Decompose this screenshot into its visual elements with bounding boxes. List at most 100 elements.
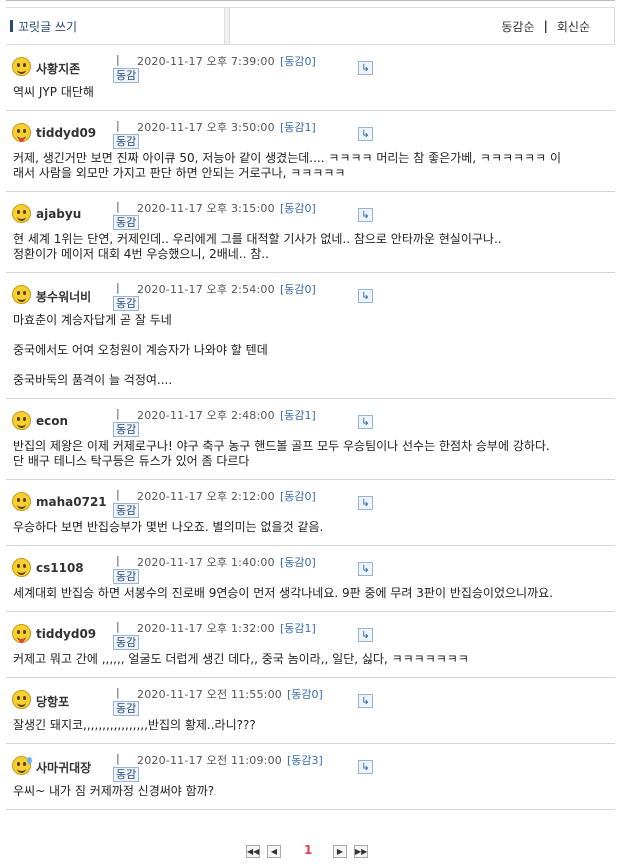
like-button[interactable]: 동감 — [113, 503, 140, 518]
sort-divider: | — [543, 19, 548, 33]
comment-text-line: 단 배구 테니스 탁구등은 듀스가 있어 좀 다르다 — [13, 454, 250, 468]
like-button[interactable]: 동감 — [113, 635, 140, 650]
like-button[interactable]: 동감 — [113, 296, 140, 311]
emoticon-face-icon — [12, 204, 31, 223]
reply-arrow-icon[interactable]: ↳ — [358, 760, 373, 774]
like-button[interactable]: 동감 — [113, 701, 140, 716]
comment-meta: tiddyd09 | 2020-11-17 오후 1:32:00 [동감1] 동감 ↳ — [6, 612, 615, 650]
reply-arrow-icon[interactable]: ↳ — [358, 415, 373, 429]
comment-date: 2020-11-17 오전 11:55:00 — [137, 688, 282, 701]
comment-body: 세계대회 반집승 하면 서봉수의 진로배 9연승이 먼저 생각나네요. 9판 중… — [6, 584, 615, 611]
emoticon-face-icon — [12, 558, 31, 577]
comment-item: tiddyd09 | 2020-11-17 오후 1:32:00 [동감1] 동감 ↳ 커제… — [6, 612, 615, 678]
meta-divider: | — [116, 620, 120, 633]
prev-page-button[interactable]: ◀ — [267, 845, 281, 858]
sort-by-likes-link[interactable]: 동감순 — [501, 18, 534, 35]
comment-date: 2020-11-17 오후 2:48:00 — [137, 409, 275, 422]
comment-date: 2020-11-17 오후 7:39:00 — [137, 55, 275, 68]
comment-author[interactable]: 사황지존 — [36, 60, 80, 77]
comment-board: 꼬릿글 쓰기 동감순 | 회신순 사황지존 | 2020-11-17 오후 7:39… — [6, 0, 615, 810]
comment-author[interactable]: econ — [36, 414, 68, 428]
last-page-button[interactable]: ▶▶ — [354, 845, 368, 858]
like-count: [동감1] — [280, 121, 316, 134]
meta-divider: | — [116, 53, 120, 66]
write-comment-label: 꼬릿글 쓰기 — [18, 19, 78, 34]
current-page-number[interactable]: 1 — [304, 843, 312, 857]
comment-author[interactable]: tiddyd09 — [36, 126, 96, 140]
next-page-button[interactable]: ▶ — [333, 845, 347, 858]
reply-arrow-icon[interactable]: ↳ — [358, 289, 373, 303]
header-bar-icon — [10, 20, 13, 32]
comment-author[interactable]: ajabyu — [36, 207, 81, 221]
comment-author[interactable]: tiddyd09 — [36, 627, 96, 641]
comment-body: 반집의 제왕은 이제 커제로구나! 야구 축구 농구 핸드볼 골프 모두 우승팀… — [6, 437, 615, 479]
emoticon-face-icon — [12, 123, 31, 142]
emoticon-face-icon — [12, 756, 32, 775]
like-button[interactable]: 동감 — [113, 767, 140, 782]
comment-meta: 사마귀대장 | 2020-11-17 오전 11:09:00 [동감3] 동감 ↳ — [6, 744, 615, 782]
comment-item: 당항포 | 2020-11-17 오전 11:55:00 [동감0] 동감 ↳ 잘생긴 돼지… — [6, 678, 615, 744]
like-count: [동감1] — [280, 409, 316, 422]
comment-text-line — [13, 328, 607, 343]
like-button[interactable]: 동감 — [113, 422, 140, 437]
comment-item: maha0721 | 2020-11-17 오후 2:12:00 [동감0] 동감 ↳ 우승… — [6, 480, 615, 546]
comment-meta: cs1108 | 2020-11-17 오후 1:40:00 [동감0] 동감 ↳ — [6, 546, 615, 584]
meta-divider: | — [116, 200, 120, 213]
comment-date: 2020-11-17 오후 1:32:00 — [137, 622, 275, 635]
like-button[interactable]: 동감 — [113, 569, 140, 584]
comment-date: 2020-11-17 오후 1:40:00 — [137, 556, 275, 569]
comment-text-line: 현 세계 1위는 단연, 커제인데.. 우리에게 그를 대적할 기사가 없네..… — [13, 232, 502, 246]
comment-body: 현 세계 1위는 단연, 커제인데.. 우리에게 그를 대적할 기사가 없네..… — [6, 230, 615, 272]
comment-author[interactable]: 사마귀대장 — [36, 759, 91, 776]
comment-text-line — [13, 358, 607, 373]
comment-author[interactable]: maha0721 — [36, 495, 107, 509]
first-page-button[interactable]: ◀◀ — [246, 845, 260, 858]
reply-arrow-icon[interactable]: ↳ — [358, 562, 373, 576]
comment-item: ajabyu | 2020-11-17 오후 3:15:00 [동감0] 동감 ↳ 현 세계… — [6, 192, 615, 273]
meta-divider: | — [116, 554, 120, 567]
comment-author[interactable]: 당항포 — [36, 693, 69, 710]
comment-text-line: 정환이가 메이저 대회 4번 우승했으니, 2배네.. 참.. — [13, 247, 269, 261]
like-count: [동감0] — [280, 202, 316, 215]
like-button[interactable]: 동감 — [113, 215, 140, 230]
comment-text-line: 반집의 제왕은 이제 커제로구나! 야구 축구 농구 핸드볼 골프 모두 우승팀… — [13, 439, 550, 453]
comment-author[interactable]: cs1108 — [36, 561, 84, 575]
reply-arrow-icon[interactable]: ↳ — [358, 694, 373, 708]
comment-meta: 사황지존 | 2020-11-17 오후 7:39:00 [동감0] 동감 ↳ — [6, 45, 615, 83]
reply-arrow-icon[interactable]: ↳ — [358, 496, 373, 510]
emoticon-face-icon — [12, 411, 31, 430]
like-count: [동감0] — [287, 688, 323, 701]
reply-arrow-icon[interactable]: ↳ — [358, 208, 373, 222]
comment-item: econ | 2020-11-17 오후 2:48:00 [동감1] 동감 ↳ 반집의 제왕… — [6, 399, 615, 480]
comment-meta: maha0721 | 2020-11-17 오후 2:12:00 [동감0] 동감 ↳ — [6, 480, 615, 518]
comment-text-line: 잘생긴 돼지코,,,,,,,,,,,,,,,,,반집의 황제..라니??? — [13, 718, 256, 732]
reply-arrow-icon[interactable]: ↳ — [358, 628, 373, 642]
reply-arrow-icon[interactable]: ↳ — [358, 127, 373, 141]
emoticon-face-icon — [12, 690, 31, 709]
comment-text-line: 커제, 생긴거만 보면 진짜 아이큐 50, 저능아 같이 생겼는데.... ㅋ… — [13, 151, 562, 165]
meta-divider: | — [116, 407, 120, 420]
emoticon-face-icon — [12, 492, 31, 511]
comment-text-line: 커제고 뭐고 간에 ,,,,,, 얼굴도 더럽게 생긴 데다,, 중국 놈이라,… — [13, 652, 469, 666]
comment-body: 잘생긴 돼지코,,,,,,,,,,,,,,,,,반집의 황제..라니??? — [6, 716, 615, 743]
like-count: [동감0] — [280, 283, 316, 296]
comment-body: 마효춘이 계승자답게 곧 잘 두네 중국에서도 어여 오청원이 계승자가 나와야 … — [6, 311, 615, 398]
comment-body: 커제고 뭐고 간에 ,,,,,, 얼굴도 더럽게 생긴 데다,, 중국 놈이라,… — [6, 650, 615, 677]
comment-text-line: 마효춘이 계승자답게 곧 잘 두네 — [13, 313, 172, 327]
like-count: [동감3] — [287, 754, 323, 767]
reply-arrow-icon[interactable]: ↳ — [358, 61, 373, 75]
comment-item: 사황지존 | 2020-11-17 오후 7:39:00 [동감0] 동감 ↳ 역씨 JYP… — [6, 45, 615, 111]
like-button[interactable]: 동감 — [113, 134, 140, 149]
write-comment-link[interactable]: 꼬릿글 쓰기 — [6, 8, 224, 44]
emoticon-face-icon — [12, 57, 31, 76]
meta-divider: | — [116, 281, 120, 294]
comment-body: 커제, 생긴거만 보면 진짜 아이큐 50, 저능아 같이 생겼는데.... ㅋ… — [6, 149, 615, 191]
comment-body: 우승하다 보면 반집승부가 몇번 나오죠. 별의미는 없을것 같음. — [6, 518, 615, 545]
comment-text-line: 역씨 JYP 대단해 — [13, 85, 94, 99]
like-count: [동감0] — [280, 55, 316, 68]
comment-item: cs1108 | 2020-11-17 오후 1:40:00 [동감0] 동감 ↳ 세계대회… — [6, 546, 615, 612]
sort-by-newest-link[interactable]: 회신순 — [557, 18, 590, 35]
comment-author[interactable]: 봉수워너비 — [36, 288, 91, 305]
like-button[interactable]: 동감 — [113, 68, 140, 83]
comment-text-line: 중국바둑의 품격이 늘 걱정여.... — [13, 373, 173, 387]
